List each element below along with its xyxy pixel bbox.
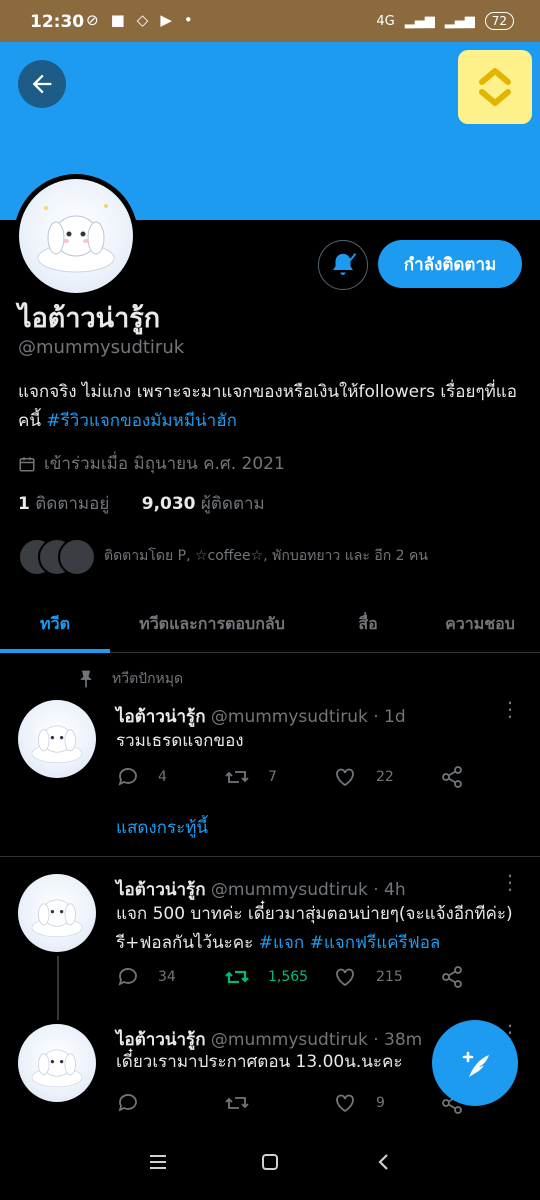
followed-by-text: ติดตามโดย P, ☆coffee☆, พักบอทยาว และ อีก… — [104, 548, 428, 564]
tweet-meta: @mummysudtiruk · 38m — [210, 1030, 423, 1050]
tab-tweets-replies[interactable]: ทวีตและการตอบกลับ — [112, 596, 312, 652]
profile-bio: แจกจริง ไม่แกง เพราะจะมาแจกของหรือเงินให… — [18, 378, 528, 436]
retweet-button[interactable] — [224, 1091, 332, 1115]
pin-icon — [80, 670, 92, 688]
widget-chevrons-icon — [479, 68, 511, 106]
battery-indicator: 72 — [484, 12, 514, 30]
more-icon[interactable]: ⋮ — [500, 870, 520, 894]
back-arrow-icon — [32, 74, 52, 94]
like-button[interactable]: 215 — [332, 965, 440, 989]
tweet-text: แจก 500 บาทค่ะ เดี๋ยวมาสุ่มตอนบ่ายๆ(จะแจ… — [116, 904, 513, 953]
retweet-button[interactable]: 1,565 — [224, 965, 332, 989]
nav-menu-icon[interactable] — [148, 1152, 168, 1172]
tweet-text: เดี๋ยวเรามาประกาศตอน 13.00น.นะคะ — [116, 1052, 403, 1072]
more-icon[interactable]: ⋮ — [500, 697, 520, 721]
like-button[interactable]: 22 — [332, 765, 440, 789]
tweet-meta: @mummysudtiruk · 4h — [210, 880, 406, 900]
following-button[interactable]: กำลังติดตาม — [378, 240, 522, 288]
pinned-label: ทวีตปักหมุด — [76, 668, 183, 690]
avatar-character-image — [37, 204, 115, 273]
diamond-icon: ◇ — [136, 11, 149, 29]
share-button[interactable] — [440, 765, 540, 789]
followers-link[interactable]: 9,030 ผู้ติดตาม — [142, 494, 265, 514]
follow-counts: 1 ติดตามอยู่ 9,030 ผู้ติดตาม — [18, 490, 265, 517]
thread-connector — [57, 956, 59, 1020]
active-tab-indicator — [0, 649, 110, 653]
floating-widget-button[interactable] — [458, 50, 532, 124]
tweet-meta: @mummysudtiruk · 1d — [210, 707, 406, 727]
tweet-header: ไอต้าวน่ารู้ก @mummysudtiruk · 1d — [116, 703, 406, 730]
reply-button[interactable]: 34 — [116, 965, 224, 989]
retweet-button[interactable]: 7 — [224, 765, 332, 789]
dot-icon: • — [183, 11, 193, 29]
reply-button[interactable]: 4 — [116, 765, 224, 789]
avatar-character-image — [31, 1049, 83, 1088]
reply-icon — [118, 968, 137, 986]
reply-icon — [118, 768, 137, 786]
hashtag-link[interactable]: #แจก — [259, 933, 304, 953]
retweet-icon — [225, 771, 249, 783]
tab-likes[interactable]: ความชอบ — [420, 596, 540, 652]
avatar — [58, 538, 96, 576]
tab-media[interactable]: สื่อ — [318, 596, 418, 652]
avatar-character-image — [31, 899, 83, 938]
nav-back-icon[interactable] — [374, 1152, 394, 1172]
network-type: 4G — [376, 13, 395, 29]
follower-avatars — [18, 538, 96, 576]
signal2-icon: ▂▄▆ — [444, 13, 475, 29]
notification-bell-button[interactable] — [318, 240, 368, 290]
compose-tweet-button[interactable] — [432, 1020, 518, 1106]
tab-tweets[interactable]: ทวีต — [0, 596, 110, 652]
nav-home-icon[interactable] — [260, 1152, 280, 1172]
reply-button[interactable] — [116, 1091, 224, 1115]
followed-by[interactable]: ติดตามโดย P, ☆coffee☆, พักบอทยาว และ อีก… — [18, 538, 428, 576]
bell-icon — [333, 253, 357, 275]
app-notification-icon: ■ — [110, 11, 125, 29]
tweet-actions: 4 7 22 — [116, 765, 540, 789]
tweet-divider — [0, 856, 540, 857]
retweet-icon — [225, 970, 249, 984]
share-button[interactable] — [440, 965, 540, 989]
system-nav-bar — [0, 1128, 540, 1200]
display-name: ไอต้าวน่ารู้ก — [18, 303, 161, 334]
like-button[interactable]: 9 — [332, 1091, 440, 1115]
tweet-author-name[interactable]: ไอต้าวน่ารู้ก — [116, 707, 205, 727]
back-button[interactable] — [18, 60, 66, 108]
profile-avatar[interactable] — [14, 174, 138, 298]
share-icon — [442, 966, 462, 988]
like-icon — [336, 768, 354, 787]
following-count: 1 — [18, 494, 30, 514]
calendar-icon — [19, 456, 35, 471]
status-bar: 12:30 ⊘ ■ ◇ ▶ • 4G ▂▄▆ ▂▄▆ 72 — [0, 0, 540, 42]
like-icon — [336, 1094, 354, 1113]
avatar-character-image — [31, 725, 83, 764]
dnd-off-icon: ⊘ — [86, 11, 99, 29]
reply-icon — [118, 1094, 137, 1112]
compose-icon — [462, 1051, 489, 1077]
profile-handle: @mummysudtiruk — [18, 337, 185, 358]
tweet-header: ไอต้าวน่ารู้ก @mummysudtiruk · 4h — [116, 876, 406, 903]
joined-date: เข้าร่วมเมื่อ มิถุนายน ค.ศ. 2021 — [18, 450, 285, 477]
tweet-author-name[interactable]: ไอต้าวน่ารู้ก — [116, 1030, 205, 1050]
joined-text: เข้าร่วมเมื่อ มิถุนายน ค.ศ. 2021 — [44, 454, 285, 474]
following-link[interactable]: 1 ติดตามอยู่ — [18, 494, 109, 514]
retweet-icon — [225, 1097, 249, 1109]
tweet-text: รวมเธรดแจกของ — [116, 731, 244, 751]
followers-count: 9,030 — [141, 494, 196, 514]
youtube-icon: ▶ — [160, 11, 172, 29]
bio-hashtag-link[interactable]: #รีวิวแจกของมัมหมีน่าฮัก — [46, 411, 236, 431]
signal-icon: ▂▄▆ — [404, 13, 435, 29]
status-time: 12:30 — [30, 12, 85, 32]
show-thread-link[interactable]: แสดงกระทู้นี้ — [116, 814, 208, 841]
like-icon — [336, 968, 354, 987]
tweet-avatar[interactable] — [18, 874, 96, 952]
hashtag-link[interactable]: #แจกฟรีแค่รีฟอล — [310, 933, 441, 953]
tweet-avatar[interactable] — [18, 700, 96, 778]
tweet-actions: 34 1,565 215 — [116, 965, 540, 989]
share-icon — [442, 766, 462, 788]
profile-tabs: ทวีต ทวีตและการตอบกลับ สื่อ ความชอบ — [0, 596, 540, 653]
tweet-author-name[interactable]: ไอต้าวน่ารู้ก — [116, 880, 205, 900]
tweet-avatar[interactable] — [18, 1024, 96, 1102]
